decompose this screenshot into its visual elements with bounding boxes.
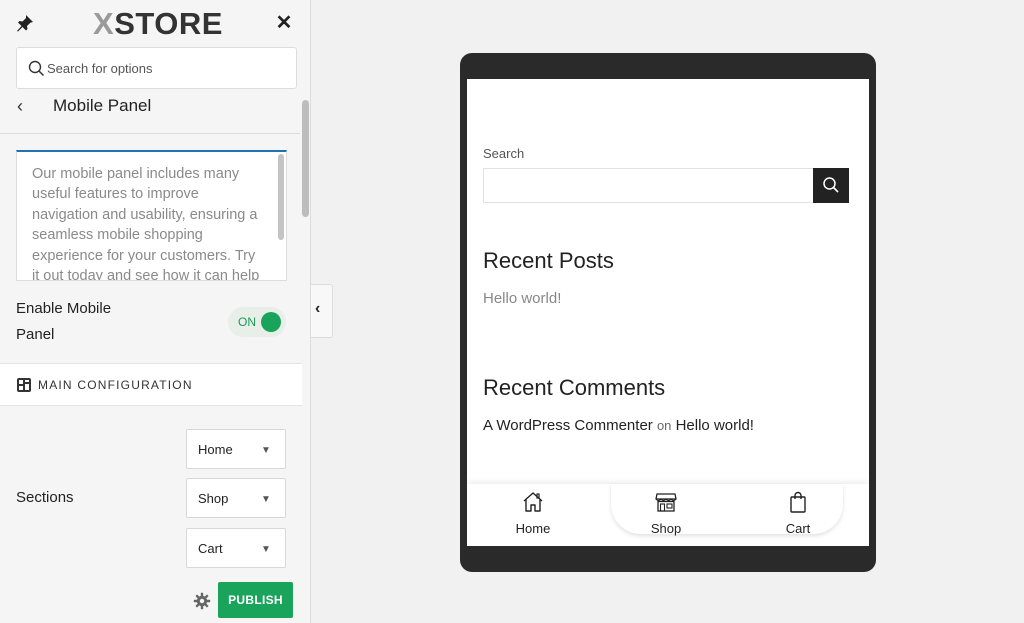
sidebar-topbar: XSTORE ✕ [0, 0, 310, 46]
comment-author-link[interactable]: A WordPress Commenter [483, 417, 653, 434]
caret-down-icon: ▼ [261, 445, 271, 456]
mobile-preview-device: Search Recent Posts Hello world! Recent … [460, 53, 876, 572]
preview-search-label: Search [483, 146, 525, 161]
section-select-value: Home [198, 442, 233, 457]
comment-on-text: on [656, 418, 672, 433]
panel-description: Our mobile panel includes many useful fe… [32, 166, 260, 281]
preview-search-input[interactable] [483, 168, 814, 203]
cart-icon [790, 491, 806, 513]
toggle-state-text: ON [238, 315, 256, 329]
section-select-1[interactable]: Home ▼ [186, 429, 286, 469]
recent-post-link[interactable]: Hello world! [483, 290, 561, 307]
collapse-sidebar-button[interactable]: ‹ [311, 284, 333, 338]
recent-comment: A WordPress Commenter on Hello world! [483, 417, 754, 434]
customizer-sidebar: XSTORE ✕ ‹ Mobile Panel Our mobile panel… [0, 0, 311, 623]
layout-grid-icon [17, 378, 31, 392]
nav-home-label: Home [515, 521, 551, 536]
search-options-box[interactable] [16, 47, 297, 89]
brand-logo: XSTORE [93, 6, 223, 41]
gear-icon[interactable] [193, 592, 211, 610]
sections-label: Sections [16, 489, 74, 506]
main-configuration-label: MAIN CONFIGURATION [38, 378, 193, 392]
enable-mobile-panel-label: Enable Mobile Panel [16, 300, 112, 343]
comment-post-link[interactable]: Hello world! [676, 417, 754, 434]
search-icon [823, 177, 839, 193]
search-input[interactable] [47, 58, 287, 78]
preview-screen: Search Recent Posts Hello world! Recent … [467, 79, 869, 546]
nav-shop-label: Shop [650, 521, 682, 536]
panel-header: ‹ Mobile Panel [0, 90, 300, 134]
caret-down-icon: ▼ [261, 544, 271, 555]
recent-posts-heading: Recent Posts [483, 248, 614, 273]
section-select-2[interactable]: Shop ▼ [186, 478, 286, 518]
nav-cart[interactable]: Cart [743, 484, 853, 546]
sidebar-scrollbar[interactable] [302, 100, 309, 217]
enable-mobile-panel-toggle[interactable]: ON [228, 307, 286, 337]
caret-down-icon: ▼ [261, 494, 271, 505]
section-select-value: Shop [198, 491, 229, 506]
section-select-value: Cart [198, 541, 223, 556]
publish-button[interactable]: PUBLISH [218, 582, 293, 618]
nav-shop[interactable]: Shop [611, 484, 721, 546]
back-arrow-icon[interactable]: ‹ [17, 96, 33, 116]
main-configuration-section[interactable]: MAIN CONFIGURATION [0, 363, 302, 406]
description-scrollbar[interactable] [278, 154, 284, 240]
nav-home[interactable]: Home [478, 484, 588, 546]
toggle-knob [261, 312, 281, 332]
home-icon [523, 492, 543, 512]
section-select-3[interactable]: Cart ▼ [186, 528, 286, 568]
brand-logo-text: STORE [114, 6, 223, 41]
close-icon[interactable]: ✕ [274, 13, 294, 33]
chevron-left-icon: ‹ [315, 300, 321, 317]
shop-icon [655, 493, 677, 512]
recent-comments-heading: Recent Comments [483, 375, 666, 400]
panel-title: Mobile Panel [53, 96, 152, 115]
mobile-bottom-panel: Home Shop Cart [467, 484, 869, 546]
nav-cart-label: Cart [785, 521, 811, 536]
preview-search-button[interactable] [813, 168, 849, 203]
search-icon [28, 60, 45, 77]
panel-description-box: Our mobile panel includes many useful fe… [16, 150, 287, 281]
pin-icon[interactable] [15, 13, 35, 33]
